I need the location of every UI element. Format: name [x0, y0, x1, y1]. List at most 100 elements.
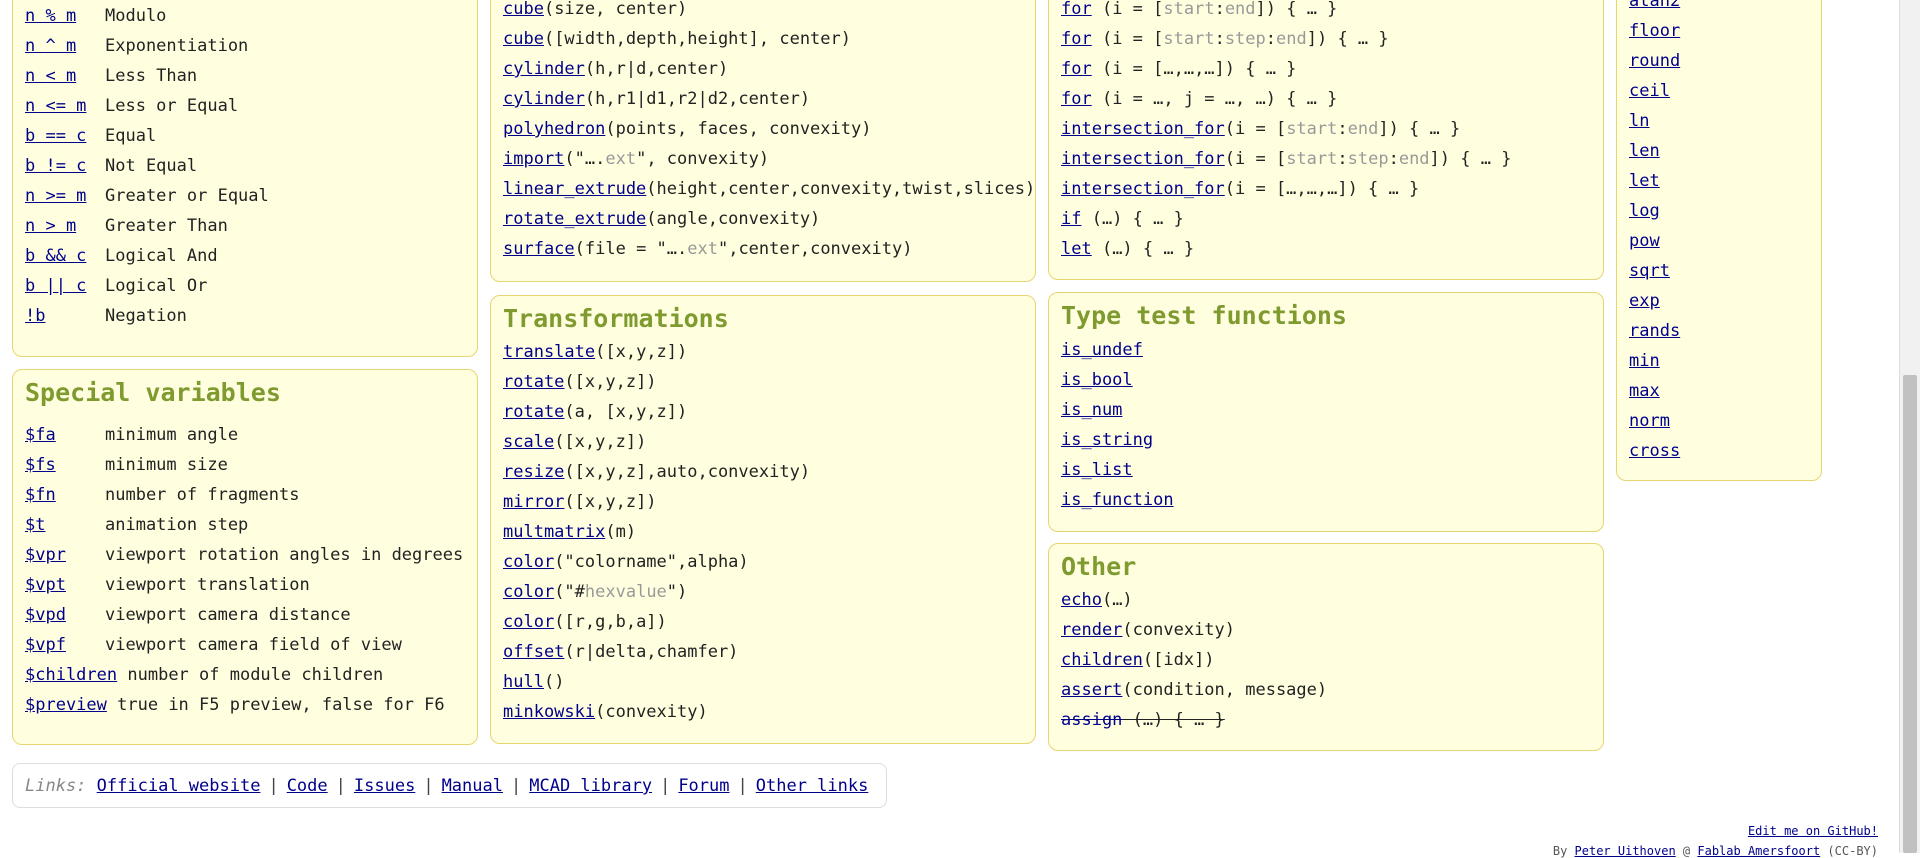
special-variable-description: number of module children — [127, 665, 384, 685]
solid-link[interactable]: polyhedron — [503, 119, 605, 139]
math-function-link[interactable]: floor — [1629, 21, 1680, 41]
solid-link[interactable]: cube — [503, 29, 544, 49]
other-function-link[interactable]: echo — [1061, 590, 1102, 610]
operator-link[interactable]: n >= m — [25, 186, 86, 206]
math-function-link[interactable]: sqrt — [1629, 261, 1670, 281]
math-function-link[interactable]: min — [1629, 351, 1660, 371]
solid-link[interactable]: surface — [503, 239, 575, 259]
flow-syntax: : — [1337, 149, 1348, 169]
solid-link[interactable]: linear_extrude — [503, 179, 646, 199]
operator-link[interactable]: b || c — [25, 276, 86, 296]
transform-link[interactable]: multmatrix — [503, 522, 605, 542]
special-variable-link[interactable]: $fs — [25, 455, 56, 475]
flow-control-link[interactable]: for — [1061, 89, 1092, 109]
author-link[interactable]: Peter Uithoven — [1575, 844, 1676, 858]
operator-link[interactable]: n % m — [25, 6, 76, 26]
flow-control-link[interactable]: if — [1061, 209, 1081, 229]
other-function-link[interactable]: assert — [1061, 680, 1122, 700]
transform-signature: (m) — [605, 522, 637, 542]
transform-link[interactable]: color — [503, 612, 554, 632]
math-function-link[interactable]: round — [1629, 51, 1680, 71]
org-link[interactable]: Fablab Amersfoort — [1697, 844, 1820, 858]
flow-control-link[interactable]: for — [1061, 0, 1092, 19]
special-variable-link[interactable]: $vpd — [25, 605, 66, 625]
footer-link[interactable]: Issues — [354, 776, 415, 796]
solid-signature: ",center,convexity) — [717, 239, 913, 259]
footer-link[interactable]: Code — [287, 776, 328, 796]
other-function-link[interactable]: children — [1061, 650, 1143, 670]
solid-signature: (h,r|d,center) — [584, 59, 729, 79]
math-function-link[interactable]: cross — [1629, 441, 1680, 461]
solid-link[interactable]: cylinder — [503, 89, 585, 109]
flow-control-link[interactable]: intersection_for — [1061, 179, 1225, 199]
type-test-link[interactable]: is_undef — [1061, 340, 1143, 360]
operator-link[interactable]: b && c — [25, 246, 86, 266]
math-function-link[interactable]: max — [1629, 381, 1660, 401]
transform-link[interactable]: rotate — [503, 372, 564, 392]
math-function-link[interactable]: exp — [1629, 291, 1660, 311]
special-variable-link[interactable]: $t — [25, 515, 45, 535]
type-test-link[interactable]: is_string — [1061, 430, 1153, 450]
math-function-link[interactable]: ln — [1629, 111, 1649, 131]
math-function-link[interactable]: log — [1629, 201, 1660, 221]
footer-link[interactable]: Official website — [97, 776, 261, 796]
math-function-link[interactable]: pow — [1629, 231, 1660, 251]
type-test-link[interactable]: is_bool — [1061, 370, 1133, 390]
transform-link[interactable]: rotate — [503, 402, 564, 422]
type-test-panel: Type test functions is_undef is_bool is_nu… — [1048, 292, 1604, 532]
operator-link[interactable]: n > m — [25, 216, 76, 236]
operator-link[interactable]: !b — [25, 306, 45, 326]
footer-link[interactable]: Manual — [442, 776, 503, 796]
solid-link[interactable]: rotate_extrude — [503, 209, 646, 229]
math-function-link[interactable]: ceil — [1629, 81, 1670, 101]
footer-link[interactable]: Other links — [756, 776, 869, 796]
special-variable-row: $fn number of fragments — [25, 480, 299, 510]
transform-link[interactable]: mirror — [503, 492, 564, 512]
transform-link[interactable]: scale — [503, 432, 554, 452]
transform-link[interactable]: hull — [503, 672, 544, 692]
flow-control-link[interactable]: for — [1061, 59, 1092, 79]
special-variable-link[interactable]: $vpr — [25, 545, 66, 565]
type-test-link[interactable]: is_function — [1061, 490, 1174, 510]
transform-link[interactable]: minkowski — [503, 702, 595, 722]
solid-link[interactable]: import — [503, 149, 564, 169]
operator-link[interactable]: n <= m — [25, 96, 86, 116]
solid-link[interactable]: cylinder — [503, 59, 585, 79]
math-function-link[interactable]: let — [1629, 171, 1660, 191]
operator-link[interactable]: n ^ m — [25, 36, 76, 56]
type-test-row: is_bool — [1061, 365, 1133, 395]
math-function-link[interactable]: norm — [1629, 411, 1670, 431]
special-variable-link[interactable]: $children — [25, 665, 117, 685]
type-test-link[interactable]: is_list — [1061, 460, 1133, 480]
special-variable-link[interactable]: $vpt — [25, 575, 66, 595]
type-test-link[interactable]: is_num — [1061, 400, 1122, 420]
operator-link[interactable]: b == c — [25, 126, 86, 146]
special-variable-link[interactable]: $preview — [25, 695, 107, 715]
solid-link[interactable]: cube — [503, 0, 544, 19]
footer-link[interactable]: MCAD library — [529, 776, 652, 796]
math-function-link[interactable]: atan2 — [1629, 0, 1680, 11]
math-function-link[interactable]: len — [1629, 141, 1660, 161]
other-function-link[interactable]: render — [1061, 620, 1122, 640]
operator-link[interactable]: b != c — [25, 156, 86, 176]
transform-link[interactable]: color — [503, 582, 554, 602]
scrollbar-thumb[interactable] — [1903, 375, 1917, 853]
transform-link[interactable]: resize — [503, 462, 564, 482]
operator-link[interactable]: n < m — [25, 66, 76, 86]
special-variable-link[interactable]: $fn — [25, 485, 56, 505]
special-variable-link[interactable]: $fa — [25, 425, 56, 445]
flow-control-link[interactable]: intersection_for — [1061, 119, 1225, 139]
transform-link[interactable]: offset — [503, 642, 564, 662]
edit-on-github-link[interactable]: Edit me on GitHub! — [1748, 824, 1878, 838]
flow-control-link[interactable]: for — [1061, 29, 1092, 49]
math-function-link[interactable]: rands — [1629, 321, 1680, 341]
transform-link[interactable]: translate — [503, 342, 595, 362]
transform-row: color([r,g,b,a]) — [503, 607, 667, 637]
footer-link[interactable]: Forum — [678, 776, 729, 796]
page-scrollbar[interactable] — [1899, 0, 1920, 853]
special-variable-link[interactable]: $vpf — [25, 635, 66, 655]
other-function-link[interactable]: assign — [1061, 710, 1122, 730]
transform-link[interactable]: color — [503, 552, 554, 572]
flow-control-link[interactable]: let — [1061, 239, 1092, 259]
flow-control-link[interactable]: intersection_for — [1061, 149, 1225, 169]
